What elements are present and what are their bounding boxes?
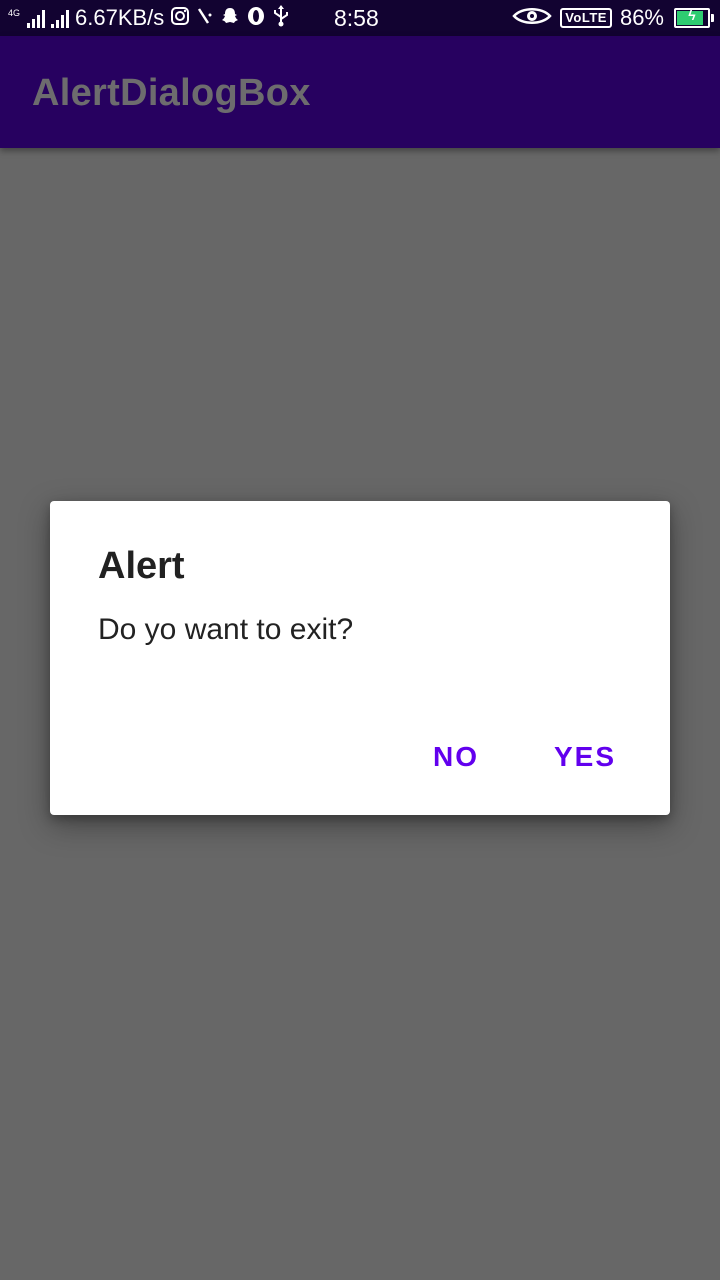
instagram-icon [170, 6, 190, 30]
app-title: AlertDialogBox [32, 72, 311, 114]
status-right-group: VoLTE 86% ϟ [512, 0, 714, 36]
network-type-label: 4G [8, 8, 21, 18]
volte-badge: VoLTE [560, 8, 612, 28]
status-left-group: 4G 6.67KB/s [0, 5, 290, 31]
yes-button[interactable]: YES [554, 741, 616, 773]
app-bar: AlertDialogBox [0, 36, 720, 148]
alert-dialog: Alert Do yo want to exit? NO YES [50, 501, 670, 815]
signal-icon [27, 8, 46, 28]
signal-icon [51, 8, 70, 28]
network-speed: 6.67KB/s [75, 5, 165, 30]
charging-icon: ϟ [688, 7, 696, 23]
dialog-message: Do yo want to exit? [98, 613, 354, 646]
battery-percent: 86% [619, 5, 664, 30]
dialog-title: Alert [98, 545, 185, 587]
status-bar: 4G 6.67KB/s 8:58 VoLTE 86% ϟ [0, 0, 720, 36]
no-button[interactable]: NO [433, 741, 479, 773]
battery-tip [711, 14, 714, 22]
battery-icon: ϟ [674, 7, 714, 28]
opera-icon [246, 6, 266, 30]
clock: 8:58 [334, 5, 379, 31]
slash-icon [196, 6, 214, 30]
eye-icon [512, 6, 552, 30]
usb-icon [272, 5, 290, 31]
snapchat-icon [220, 6, 240, 30]
